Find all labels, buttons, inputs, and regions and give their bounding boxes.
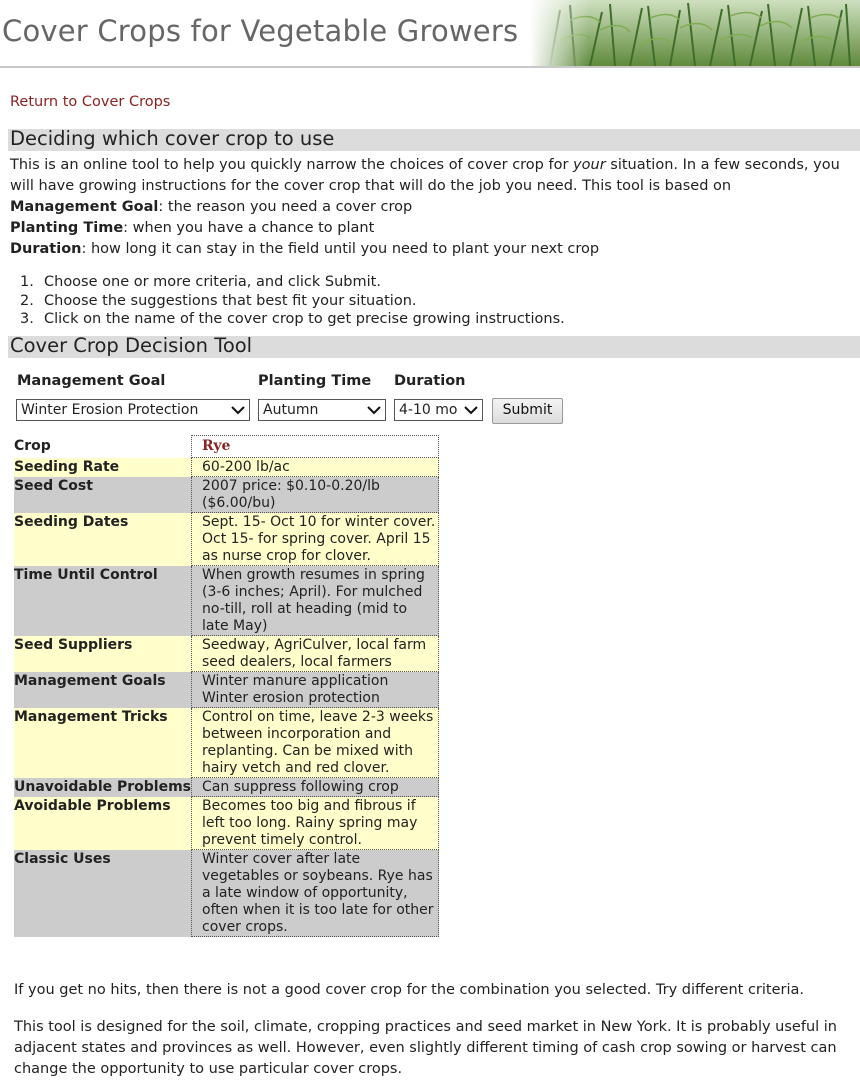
- planting-time-label: Planting Time: [258, 373, 372, 389]
- row-label: Seeding Dates: [14, 512, 192, 566]
- duration-select[interactable]: 4-10 mo: [394, 399, 483, 421]
- row-value: 60-200 lb/ac: [191, 457, 440, 477]
- intro-text-part1: This is an online tool to help you quick…: [10, 157, 574, 173]
- step-item: 1. Choose one or more criteria, and click…: [20, 273, 565, 292]
- criterion-planting-time: Planting Time: when you have a chance to…: [10, 218, 858, 239]
- row-value: Becomes too big and fibrous if left too …: [191, 796, 440, 850]
- row-label: Seed Suppliers: [14, 635, 192, 672]
- step-item: 3. Click on the name of the cover crop to…: [20, 310, 565, 329]
- row-value: Winter cover after late vegetables or so…: [191, 849, 440, 937]
- criterion-term: Duration: [10, 241, 82, 257]
- row-value: Seedway, AgriCulver, local farm seed dea…: [191, 635, 440, 672]
- table-row: Seeding Rate 60-200 lb/ac: [14, 457, 440, 477]
- step-number: 1.: [20, 274, 34, 290]
- instruction-steps: 1. Choose one or more criteria, and click…: [20, 273, 565, 329]
- table-row: Seeding Dates Sept. 15- Oct 10 for winte…: [14, 512, 440, 566]
- table-row: Avoidable Problems Becomes too big and f…: [14, 796, 440, 850]
- step-text: Choose one or more criteria, and click S…: [44, 274, 381, 290]
- crop-name-cell: Rye: [191, 435, 440, 458]
- crop-result-table: Crop Rye Seeding Rate 60-200 lb/ac Seed …: [14, 435, 440, 937]
- site-banner: Cover Crops for Vegetable Growers: [0, 0, 860, 68]
- intro-text-emphasis: your: [573, 157, 606, 173]
- crop-name-link[interactable]: Rye: [202, 438, 230, 454]
- step-number: 3.: [20, 311, 34, 327]
- criterion-desc: : when you have a chance to plant: [123, 220, 375, 236]
- table-row: Seed Suppliers Seedway, AgriCulver, loca…: [14, 635, 440, 672]
- intro-paragraph: This is an online tool to help you quick…: [10, 155, 858, 197]
- management-goal-select[interactable]: Winter Erosion Protection: [16, 399, 250, 421]
- section-title-decision-tool: Cover Crop Decision Tool: [10, 334, 253, 357]
- table-row: Management Goals Winter manure applicati…: [14, 671, 440, 708]
- table-row: Seed Cost 2007 price: $0.10-0.20/lb ($6.…: [14, 476, 440, 513]
- management-goal-selected-value: Winter Erosion Protection: [21, 402, 199, 418]
- row-label: Management Tricks: [14, 707, 192, 778]
- submit-button[interactable]: Submit: [492, 398, 563, 424]
- crop-header-label: Crop: [14, 435, 192, 458]
- site-title: Cover Crops for Vegetable Growers: [2, 14, 519, 48]
- criterion-term: Management Goal: [10, 199, 159, 215]
- criterion-management-goal: Management Goal: the reason you need a c…: [10, 197, 858, 218]
- chevron-down-icon: [231, 406, 245, 415]
- row-value: Winter manure application Winter erosion…: [191, 671, 440, 708]
- step-text: Choose the suggestions that best fit you…: [44, 292, 417, 309]
- planting-time-selected-value: Autumn: [263, 402, 319, 418]
- step-text: Click on the name of the cover crop to g…: [44, 311, 565, 327]
- table-row: Classic Uses Winter cover after late veg…: [14, 849, 440, 937]
- row-label: Seed Cost: [14, 476, 192, 513]
- chevron-down-icon: [464, 406, 478, 415]
- management-goal-label: Management Goal: [17, 373, 166, 389]
- row-value: Sept. 15- Oct 10 for winter cover. Oct 1…: [191, 512, 440, 566]
- section-heading-decision-tool: Cover Crop Decision Tool: [8, 334, 860, 358]
- section-heading-deciding: Deciding which cover crop to use: [8, 127, 860, 151]
- return-to-cover-crops-link[interactable]: Return to Cover Crops: [10, 94, 170, 110]
- row-label: Unavoidable Problems: [14, 777, 192, 797]
- duration-selected-value: 4-10 mo: [399, 402, 458, 418]
- row-label: Management Goals: [14, 671, 192, 708]
- duration-label: Duration: [394, 373, 466, 389]
- no-hits-note: If you get no hits, then there is not a …: [14, 982, 805, 998]
- step-item: 2. Choose the suggestions that best fit y…: [20, 292, 565, 311]
- row-label: Time Until Control: [14, 565, 192, 636]
- row-value: When growth resumes in spring (3-6 inche…: [191, 565, 440, 636]
- criterion-duration: Duration: how long it can stay in the fi…: [10, 239, 858, 260]
- criterion-term: Planting Time: [10, 220, 124, 236]
- section-title-deciding: Deciding which cover crop to use: [10, 127, 335, 150]
- planting-time-select[interactable]: Autumn: [258, 399, 386, 421]
- criterion-desc: : the reason you need a cover crop: [158, 199, 413, 215]
- criterion-desc: : how long it can stay in the field unti…: [81, 241, 600, 257]
- table-row: Time Until Control When growth resumes i…: [14, 565, 440, 636]
- intro-text: This is an online tool to help you quick…: [10, 155, 858, 260]
- table-row: Crop Rye: [14, 435, 440, 458]
- step-number: 2.: [20, 292, 34, 309]
- corn-field-image: [530, 0, 860, 66]
- row-label: Avoidable Problems: [14, 796, 192, 850]
- row-value: Control on time, leave 2-3 weeks between…: [191, 707, 440, 778]
- table-row: Management Tricks Control on time, leave…: [14, 707, 440, 778]
- chevron-down-icon: [367, 406, 381, 415]
- row-label: Classic Uses: [14, 849, 192, 937]
- row-value: 2007 price: $0.10-0.20/lb ($6.00/bu): [191, 476, 440, 513]
- row-label: Seeding Rate: [14, 457, 192, 477]
- region-note: This tool is designed for the soil, clim…: [14, 1019, 837, 1077]
- row-value: Can suppress following crop: [191, 777, 440, 797]
- table-row: Unavoidable Problems Can suppress follow…: [14, 777, 440, 797]
